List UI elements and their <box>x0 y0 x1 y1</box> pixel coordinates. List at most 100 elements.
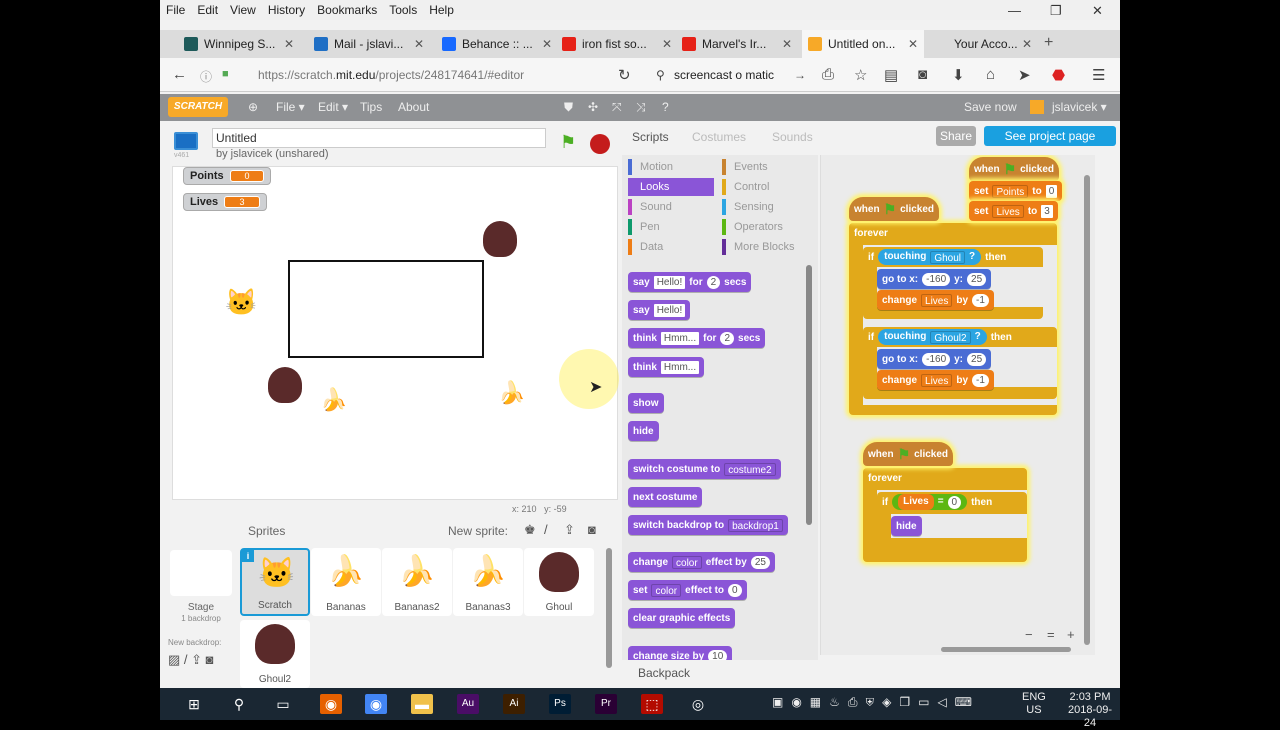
save-now-button[interactable]: Save now <box>964 100 1017 114</box>
taskbar-acrobat-icon[interactable]: ⬚ <box>641 694 663 714</box>
user-menu[interactable]: jslavicek ▾ <box>1052 100 1107 114</box>
browser-tab[interactable]: Winnipeg S... ✕ <box>178 30 300 58</box>
taskbar-au-icon[interactable]: Au <box>457 694 479 714</box>
browser-tab[interactable]: Marvel's Ir... ✕ <box>676 30 798 58</box>
sprite-thumbnail[interactable]: 🐱 Scratch i <box>240 548 310 616</box>
menu-tools[interactable]: Tools <box>389 3 417 17</box>
go-arrow-icon[interactable]: → <box>794 68 806 82</box>
backdrop-tools-icon[interactable]: ▨ / ⇪ ◙ <box>168 652 213 668</box>
code-block[interactable]: if Lives = 0 then <box>877 492 997 512</box>
taskbar-screencast-icon[interactable]: ◎ <box>687 694 709 714</box>
code-block[interactable]: switch costume to costume2 <box>628 459 781 479</box>
category-pen[interactable]: Pen <box>628 218 716 236</box>
block-dropdown[interactable]: Lives <box>921 293 953 307</box>
menu-bookmarks[interactable]: Bookmarks <box>317 3 377 17</box>
taskbar-start-icon[interactable]: ⊞ <box>183 694 205 714</box>
sprite-info-icon[interactable]: i <box>242 550 254 562</box>
menu-view[interactable]: View <box>230 3 256 17</box>
code-block[interactable]: change Lives by -1 <box>877 370 994 390</box>
new-tab-button[interactable]: + <box>1044 34 1053 52</box>
browser-tab[interactable]: Untitled on... ✕ <box>802 30 924 58</box>
hamburger-menu-icon[interactable]: ☰ <box>1092 66 1105 84</box>
tab-scripts[interactable]: Scripts <box>632 130 669 144</box>
sprite-list-scrollbar[interactable] <box>606 548 612 668</box>
taskbar-ai-icon[interactable]: Ai <box>503 694 525 714</box>
download-icon[interactable]: ⬇ <box>952 66 965 84</box>
close-tab-icon[interactable]: ✕ <box>1022 37 1032 51</box>
menu-edit[interactable]: Edit <box>197 3 218 17</box>
code-block[interactable]: go to x: -160 y: 25 <box>877 349 992 369</box>
browser-tab[interactable]: Your Acco... ✕ <box>928 30 1038 58</box>
block-dropdown[interactable]: Lives <box>992 204 1024 218</box>
block-input[interactable]: Hmm... <box>660 331 700 345</box>
taskbar-search-icon[interactable]: ⚲ <box>228 694 250 714</box>
category-sensing[interactable]: Sensing <box>722 198 810 216</box>
stage-thumbnail[interactable] <box>170 550 232 596</box>
category-sound[interactable]: Sound <box>628 198 716 216</box>
block-dropdown[interactable]: backdrop1 <box>728 518 783 532</box>
close-window-button[interactable]: ✕ <box>1092 3 1103 19</box>
presentation-mode-icon[interactable] <box>174 132 198 150</box>
code-block[interactable]: when ⚑ clicked <box>863 442 954 466</box>
language-indicator[interactable]: ENG US <box>1022 691 1046 717</box>
block-input[interactable]: -1 <box>972 293 989 307</box>
back-icon[interactable]: ← <box>172 66 187 83</box>
reload-icon[interactable]: ↻ <box>618 66 631 84</box>
paint-sprite-icon[interactable]: / <box>544 522 548 537</box>
sprite-library-icon[interactable]: ♚ <box>524 522 536 538</box>
block-input[interactable]: -160 <box>922 272 951 286</box>
close-tab-icon[interactable]: ✕ <box>908 37 918 51</box>
code-block[interactable]: set Lives to 3 <box>969 201 1058 221</box>
block-input[interactable]: 0 <box>728 583 742 597</box>
code-block[interactable]: hide <box>628 421 659 441</box>
scratch-menu-file[interactable]: File ▾ <box>276 100 305 114</box>
block-input[interactable]: 3 <box>1041 204 1053 218</box>
code-block[interactable]: think Hmm... for 2 secs <box>628 328 766 348</box>
system-tray-icons[interactable]: ▣◉▦♨⎙⛨◈❐▭◁⌨ <box>772 696 980 709</box>
send-icon[interactable]: ➤ <box>1018 66 1031 84</box>
block-dropdown[interactable]: Points <box>992 184 1029 198</box>
category-control[interactable]: Control <box>722 178 810 196</box>
taskbar-file-explorer-icon[interactable]: ▬ <box>411 694 433 714</box>
block-input[interactable]: -1 <box>972 373 989 387</box>
sprite-thumbnail[interactable]: Ghoul <box>524 548 594 616</box>
browser-tab[interactable]: iron fist so... ✕ <box>556 30 678 58</box>
block-input[interactable]: -160 <box>922 352 951 366</box>
block-input[interactable]: 10 <box>708 649 728 660</box>
block-input[interactable]: 25 <box>750 555 770 569</box>
scratch-menu-about[interactable]: About <box>398 100 429 114</box>
block-dropdown[interactable]: Lives <box>921 373 953 387</box>
code-block[interactable]: say Hello! for 2 secs <box>628 272 752 292</box>
block-input[interactable]: 25 <box>967 272 987 286</box>
grow-icon[interactable]: ⤧ <box>612 100 622 115</box>
category-operators[interactable]: Operators <box>722 218 810 236</box>
pocket-icon[interactable]: ◙ <box>918 66 927 83</box>
zoom-reset-icon[interactable]: = <box>1047 627 1055 642</box>
code-block[interactable]: set color effect to 0 <box>628 580 747 600</box>
taskbar-task-view-icon[interactable]: ▭ <box>272 694 294 714</box>
search-input[interactable]: screencast o matic <box>674 68 774 82</box>
home-icon[interactable]: ⌂ <box>986 66 995 83</box>
scratch-logo[interactable]: SCRATCH <box>168 97 228 117</box>
category-motion[interactable]: Motion <box>628 158 716 176</box>
block-input[interactable]: 2 <box>706 275 721 289</box>
cut-icon[interactable]: ✣ <box>588 100 598 114</box>
code-block[interactable]: forever <box>863 468 907 488</box>
ghoul-sprite[interactable] <box>483 221 517 257</box>
stage-canvas[interactable]: Points 0 Lives 3 🐱 🍌 🍌 ➤ <box>172 166 619 500</box>
palette-scrollbar[interactable] <box>806 265 812 525</box>
close-tab-icon[interactable]: ✕ <box>662 37 672 51</box>
scratch-cat-sprite[interactable]: 🐱 <box>225 287 257 318</box>
code-block[interactable]: change color effect by 25 <box>628 552 775 572</box>
taskbar-pr-icon[interactable]: Pr <box>595 694 617 714</box>
duplicate-stamp-icon[interactable]: ⛊ <box>564 100 573 115</box>
sprite-thumbnail[interactable]: 🍌 Bananas3 <box>453 548 523 616</box>
user-avatar[interactable] <box>1030 100 1044 114</box>
url-bar[interactable]: https://scratch.mit.edu/projects/2481746… <box>258 68 524 82</box>
taskbar-firefox-icon[interactable]: ◉ <box>320 694 342 714</box>
close-tab-icon[interactable]: ✕ <box>414 37 424 51</box>
sprite-thumbnail[interactable]: 🍌 Bananas <box>311 548 381 616</box>
share-button[interactable]: Share <box>936 126 976 146</box>
scripts-area[interactable]: − = + when ⚑ clicked set Points to 0 set Lives to… <box>820 155 1095 655</box>
block-input[interactable]: 0 <box>1045 184 1058 198</box>
